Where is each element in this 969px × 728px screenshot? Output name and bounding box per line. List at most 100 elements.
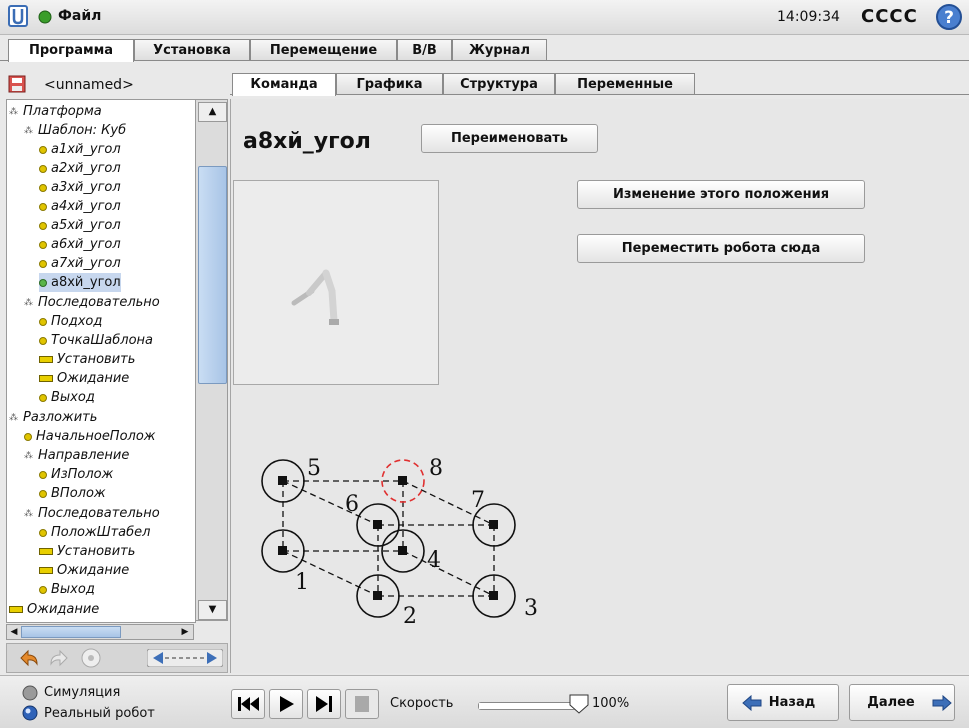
tree-waypoint[interactable]: a6хй_угол [39, 235, 121, 254]
tab-log[interactable]: Журнал [452, 39, 547, 60]
stop-icon [355, 696, 369, 712]
program-tree[interactable]: ⁂ Платформа ⁂ Шаблон: Куб a1хй_угол a2хй_угол… [6, 99, 196, 623]
tree-item-label: a2хй_угол [51, 161, 121, 176]
waypoint-icon [39, 489, 47, 498]
tree-waypoint[interactable]: a7хй_угол [39, 254, 121, 273]
pattern-label: 5 [307, 456, 321, 481]
tree-item-label: ТочкаШаблона [51, 333, 154, 348]
svg-text:?: ? [944, 8, 954, 28]
tab-move[interactable]: Перемещение [250, 39, 397, 60]
tree-action[interactable]: Установить [39, 350, 135, 369]
tree-item-label: Последовательно [38, 295, 160, 310]
pattern-label: 8 [429, 456, 443, 481]
action-icon [39, 356, 53, 363]
tree-waypoint[interactable]: ВПолож [39, 484, 106, 503]
rename-button[interactable]: Переименовать [421, 124, 598, 153]
scroll-thumb[interactable] [198, 166, 227, 384]
tree-waypoint[interactable]: Выход [39, 580, 95, 599]
tree-item-label: ИзПолож [51, 467, 114, 482]
tree-hscrollbar[interactable]: ◀ ▶ [6, 624, 194, 640]
tree-waypoint[interactable]: ТочкаШаблона [39, 331, 153, 350]
tree-item-label: Установить [57, 352, 136, 367]
tree-action[interactable]: Ожидание [39, 561, 129, 580]
tree-group[interactable]: ⁂ Шаблон: Куб [24, 121, 126, 140]
move-node-icon[interactable] [147, 649, 223, 667]
action-icon [9, 606, 23, 613]
tree-group[interactable]: ⁂ Последовательно [24, 504, 160, 523]
tree-waypoint[interactable]: Выход [39, 388, 95, 407]
tree-group[interactable]: ⁂ Разложить [9, 408, 97, 427]
tree-waypoint[interactable]: ПоложШтабел [39, 523, 150, 542]
play-button[interactable] [269, 689, 303, 719]
speed-value: 100% [592, 696, 630, 711]
hscroll-thumb[interactable] [21, 626, 121, 638]
simulation-label[interactable]: Симуляция [44, 685, 120, 700]
group-icon: ⁂ [24, 125, 33, 136]
scroll-down-icon[interactable]: ▼ [198, 600, 227, 620]
stop-button[interactable] [345, 689, 379, 719]
ur-logo-icon [8, 5, 28, 27]
tree-action[interactable]: Установить [39, 542, 135, 561]
waypoint-icon [39, 259, 47, 268]
tree-group[interactable]: ⁂ Направление [24, 446, 129, 465]
tab-installation[interactable]: Установка [134, 39, 250, 60]
tree-waypoint[interactable]: Подход [39, 312, 102, 331]
tree-waypoint[interactable]: a3хй_угол [39, 178, 121, 197]
tree-item-label: Ожидание [57, 371, 130, 386]
subtab-variables[interactable]: Переменные [555, 73, 695, 94]
action-icon [39, 548, 53, 555]
subtab-graphics[interactable]: Графика [336, 73, 443, 94]
tree-waypoint[interactable]: НачальноеПолож [24, 427, 156, 446]
waypoint-icon [39, 221, 47, 230]
move-robot-button[interactable]: Переместить робота сюда [577, 234, 865, 263]
real-robot-radio-icon[interactable] [22, 705, 38, 721]
redo-icon[interactable] [47, 647, 71, 669]
tree-scrollbar[interactable]: ▲ ▼ [195, 99, 228, 621]
subtab-command[interactable]: Команда [232, 73, 336, 96]
scroll-left-icon[interactable]: ◀ [8, 626, 20, 638]
rewind-icon [238, 697, 259, 711]
step-button[interactable] [307, 689, 341, 719]
waypoint-icon [39, 278, 47, 287]
next-button-label: Далее [867, 695, 915, 710]
scroll-right-icon[interactable]: ▶ [179, 626, 191, 638]
speed-slider-handle[interactable] [568, 693, 590, 715]
tree-group[interactable]: ⁂ Платформа [9, 102, 102, 121]
speed-slider[interactable] [478, 702, 576, 710]
tree-item-label: a4хй_угол [51, 199, 121, 214]
action-icon [39, 375, 53, 382]
help-icon[interactable]: ? [935, 3, 963, 31]
real-robot-label[interactable]: Реальный робот [44, 706, 155, 721]
top-bar: Файл 14:09:34 CCCC ? [0, 0, 969, 35]
tree-action[interactable]: Ожидание [39, 369, 129, 388]
back-button[interactable]: Назад [727, 684, 839, 721]
waypoint-icon [24, 432, 32, 441]
tree-waypoint[interactable]: a2хй_угол [39, 159, 121, 178]
tree-waypoint[interactable]: ИзПолож [39, 465, 113, 484]
simulation-radio-icon[interactable] [22, 685, 38, 701]
pattern-label: 3 [524, 596, 538, 621]
tree-item-label: Последовательно [38, 506, 160, 521]
tree-group[interactable]: ⁂ Последовательно [24, 293, 160, 312]
subtab-structure[interactable]: Структура [443, 73, 555, 94]
save-icon[interactable] [8, 75, 26, 93]
program-name: <unnamed> [44, 77, 134, 93]
tree-waypoint[interactable]: a4хй_угол [39, 197, 121, 216]
tab-io[interactable]: В/В [397, 39, 452, 60]
expand-icon[interactable] [79, 647, 103, 669]
tab-program[interactable]: Программа [8, 39, 134, 62]
tree-waypoint-selected[interactable]: a8хй_угол [39, 273, 121, 292]
tree-waypoint[interactable]: a1хй_угол [39, 140, 121, 159]
command-panel: a8хй_угол Переименовать Изменение этого … [230, 99, 969, 673]
footer-bar: Симуляция Реальный робот Скорость 100% Н… [0, 675, 969, 728]
file-menu[interactable]: Файл [58, 8, 101, 24]
change-position-button[interactable]: Изменение этого положения [577, 180, 865, 209]
tree-item-label: Направление [38, 448, 130, 463]
tree-action[interactable]: Ожидание [9, 600, 99, 619]
play-icon [280, 696, 294, 712]
next-button[interactable]: Далее [849, 684, 955, 721]
tree-waypoint[interactable]: a5хй_угол [39, 216, 121, 235]
scroll-up-icon[interactable]: ▲ [198, 102, 227, 122]
rewind-button[interactable] [231, 689, 265, 719]
undo-icon[interactable] [17, 647, 41, 669]
